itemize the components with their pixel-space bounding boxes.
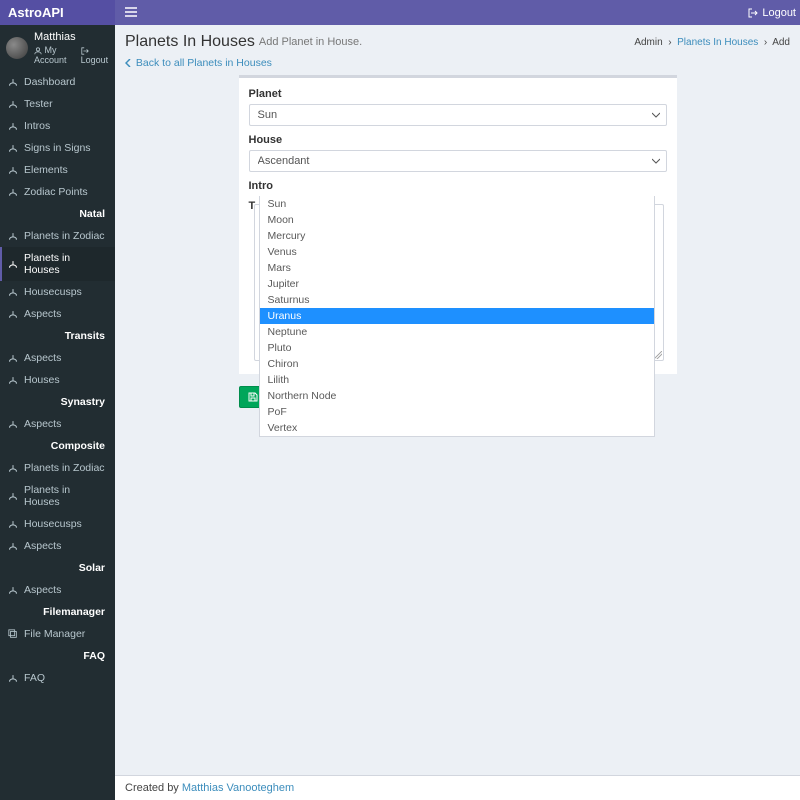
dropdown-option[interactable]: PoF — [260, 404, 654, 420]
save-icon — [248, 392, 258, 402]
sidebar-item-label: FAQ — [24, 672, 45, 684]
sidebar-item-housecusps-comp[interactable]: Housecusps — [0, 513, 115, 535]
sidebar-item-planets-in-houses[interactable]: Planets in Houses — [0, 247, 115, 281]
breadcrumb-section[interactable]: Planets In Houses — [677, 37, 758, 48]
planet-label: Planet — [249, 88, 667, 100]
sidebar-item-label: Signs in Signs — [24, 142, 91, 154]
sidebar-item-label: Elements — [24, 164, 68, 176]
sidebar-item-label: Planets in Zodiac — [24, 230, 105, 242]
dropdown-option[interactable]: Saturnus — [260, 292, 654, 308]
sidebar-item-label: Planets in Zodiac — [24, 462, 105, 474]
sidebar-item-label: Planets in Houses — [24, 484, 107, 508]
page-subtitle: Add Planet in House. — [259, 36, 362, 48]
logout-icon — [748, 8, 758, 18]
logout-label: Logout — [762, 7, 796, 19]
my-account-link[interactable]: My Account — [34, 45, 77, 65]
sidebar-item-intros[interactable]: Intros — [0, 115, 115, 137]
logout-link[interactable]: Logout — [748, 7, 800, 19]
intro-label: Intro — [249, 180, 667, 192]
content-header: Planets In Houses Add Planet in House. A… — [115, 25, 800, 55]
form-box: Planet Sun House Ascendant Intro SunMoon… — [239, 75, 677, 374]
sidebar-item-label: Tester — [24, 98, 53, 110]
sidebar-item-zodiac-points[interactable]: Zodiac Points — [0, 181, 115, 203]
brand-logo[interactable]: AstroAPI — [0, 0, 115, 25]
sidebar-header-natal: Natal — [0, 203, 115, 225]
sidebar-item-label: Aspects — [24, 584, 61, 596]
sidebar-header-synastry: Synastry — [0, 391, 115, 413]
sidebar-item-label: Zodiac Points — [24, 186, 88, 198]
sidebar-item-aspects-synastry[interactable]: Aspects — [0, 413, 115, 435]
sidebar-item-label: Aspects — [24, 418, 61, 430]
user-logout-link[interactable]: Logout — [81, 45, 109, 65]
sidebar-item-label: Intros — [24, 120, 50, 132]
dropdown-option[interactable]: Lilith — [260, 372, 654, 388]
sidebar-item-aspects[interactable]: Aspects — [0, 303, 115, 325]
planet-dropdown-list[interactable]: SunMoonMercuryVenusMarsJupiterSaturnusUr… — [259, 196, 655, 437]
dropdown-option[interactable]: Northern Node — [260, 388, 654, 404]
back-link[interactable]: Back to all Planets in Houses — [125, 57, 272, 69]
dropdown-option[interactable]: Sun — [260, 196, 654, 212]
dropdown-option[interactable]: Uranus — [260, 308, 654, 324]
sidebar-item-label: Houses — [24, 374, 60, 386]
avatar — [6, 37, 28, 59]
dropdown-option[interactable]: Mars — [260, 260, 654, 276]
sidebar-item-planets-in-houses-comp[interactable]: Planets in Houses — [0, 479, 115, 513]
sidebar-item-tester[interactable]: Tester — [0, 93, 115, 115]
sidebar-item-planets-in-zodiac-comp[interactable]: Planets in Zodiac — [0, 457, 115, 479]
planet-select[interactable]: Sun — [249, 104, 667, 126]
sidebar-item-faq[interactable]: FAQ — [0, 667, 115, 689]
page-title: Planets In Houses — [125, 33, 255, 51]
sidebar-header-filemanager: Filemanager — [0, 601, 115, 623]
house-label: House — [249, 134, 667, 146]
sidebar-item-label: Aspects — [24, 308, 61, 320]
sidebar-item-label: Dashboard — [24, 76, 75, 88]
sidebar-header-composite: Composite — [0, 435, 115, 457]
sidebar-item-aspects-comp[interactable]: Aspects — [0, 535, 115, 557]
sidebar-item-label: Housecusps — [24, 286, 82, 298]
dropdown-option[interactable]: Neptune — [260, 324, 654, 340]
sidebar-item-housecusps[interactable]: Housecusps — [0, 281, 115, 303]
breadcrumb-admin[interactable]: Admin — [634, 37, 662, 48]
sidebar-item-label: Housecusps — [24, 518, 82, 530]
dropdown-option[interactable]: Moon — [260, 212, 654, 228]
sidebar-item-label: Aspects — [24, 540, 61, 552]
house-select[interactable]: Ascendant — [249, 150, 667, 172]
sidebar-item-label: Aspects — [24, 352, 61, 364]
sidebar-item-houses[interactable]: Houses — [0, 369, 115, 391]
sidebar-header-transits: Transits — [0, 325, 115, 347]
breadcrumb-current: Add — [772, 37, 790, 48]
dropdown-option[interactable]: Venus — [260, 244, 654, 260]
sidebar: Matthias My Account Logout Dashboard Test… — [0, 25, 115, 800]
breadcrumb: Admin › Planets In Houses › Add — [634, 37, 790, 48]
sidebar-item-signs-in-signs[interactable]: Signs in Signs — [0, 137, 115, 159]
sidebar-item-label: File Manager — [24, 628, 85, 640]
sidebar-item-planets-in-zodiac[interactable]: Planets in Zodiac — [0, 225, 115, 247]
dropdown-option[interactable]: Jupiter — [260, 276, 654, 292]
sidebar-toggle[interactable] — [115, 5, 147, 20]
sidebar-header-faq: FAQ — [0, 645, 115, 667]
sidebar-item-aspects-solar[interactable]: Aspects — [0, 579, 115, 601]
dropdown-option[interactable]: Vertex — [260, 420, 654, 436]
user-panel: Matthias My Account Logout — [0, 25, 115, 71]
sidebar-item-elements[interactable]: Elements — [0, 159, 115, 181]
chevron-left-icon — [125, 59, 133, 67]
dropdown-option[interactable]: Pluto — [260, 340, 654, 356]
sidebar-item-label: Planets in Houses — [24, 252, 107, 276]
dropdown-option[interactable]: Mercury — [260, 228, 654, 244]
sidebar-item-aspects-transits[interactable]: Aspects — [0, 347, 115, 369]
footer-author-link[interactable]: Matthias Vanooteghem — [182, 782, 294, 794]
sidebar-item-dashboard[interactable]: Dashboard — [0, 71, 115, 93]
sidebar-item-file-manager[interactable]: File Manager — [0, 623, 115, 645]
footer: Created by Matthias Vanooteghem — [115, 775, 800, 800]
dropdown-option[interactable]: Chiron — [260, 356, 654, 372]
user-name: Matthias — [34, 31, 109, 43]
sidebar-header-solar: Solar — [0, 557, 115, 579]
